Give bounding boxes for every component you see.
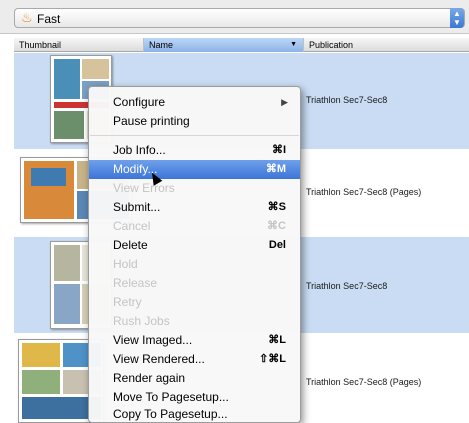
menu-shortcut: ⇧⌘L xyxy=(259,353,286,365)
context-menu: Configure ▶ Pause printing Job Info... ⌘… xyxy=(88,86,301,423)
menu-item-label: Rush Jobs xyxy=(113,314,170,328)
menu-item-label: Move To Pagesetup... xyxy=(113,390,229,404)
menu-shortcut: ⌘L xyxy=(268,334,286,346)
menu-item-view-imaged[interactable]: View Imaged... ⌘L xyxy=(89,331,300,350)
column-headers: Thumbnail Name ▼ Publication xyxy=(14,38,469,52)
menu-item-view-rendered[interactable]: View Rendered... ⇧⌘L xyxy=(89,350,300,369)
column-header-publication[interactable]: Publication xyxy=(304,38,469,52)
menu-shortcut: ⌘C xyxy=(267,220,286,232)
chevron-updown-icon[interactable]: ▲ ▼ xyxy=(450,8,464,28)
menu-item-label: Retry xyxy=(113,295,142,309)
column-header-name-label: Name xyxy=(149,40,174,50)
menu-item-label: Delete xyxy=(113,238,148,252)
menu-separator xyxy=(90,135,299,136)
flame-icon: ♨ xyxy=(21,10,33,25)
menu-item-label: View Errors xyxy=(113,181,175,195)
menu-item-retry[interactable]: Retry xyxy=(89,293,300,312)
menu-shortcut: ⌘I xyxy=(271,144,286,156)
menu-item-delete[interactable]: Delete Del xyxy=(89,236,300,255)
queue-selector[interactable]: ♨ Fast ▲ ▼ xyxy=(14,8,465,28)
menu-item-label: Release xyxy=(113,276,158,290)
menu-item-label: Submit... xyxy=(113,200,161,214)
menu-item-copy-to-pagesetup[interactable]: Copy To Pagesetup... xyxy=(89,405,300,423)
publication-cell: Triathlon Sec7-Sec8 xyxy=(306,95,388,105)
menu-item-label: Copy To Pagesetup... xyxy=(113,407,228,421)
menu-item-label: Hold xyxy=(113,257,138,271)
menu-item-pause-printing[interactable]: Pause printing xyxy=(89,112,300,131)
menu-shortcut: Del xyxy=(268,239,286,251)
menu-shortcut: ⌘S xyxy=(267,201,286,213)
menu-item-view-errors[interactable]: View Errors xyxy=(89,179,300,198)
menu-item-cancel[interactable]: Cancel ⌘C xyxy=(89,217,300,236)
queue-selector-value: Fast xyxy=(37,12,61,26)
toolbar: ♨ Fast ▲ ▼ xyxy=(0,0,469,34)
publication-cell: Triathlon Sec7-Sec8 (Pages) xyxy=(306,187,422,197)
menu-item-label: View Imaged... xyxy=(113,333,193,347)
column-header-thumbnail[interactable]: Thumbnail xyxy=(14,38,144,52)
menu-item-job-info[interactable]: Job Info... ⌘I xyxy=(89,141,300,160)
menu-item-render-again[interactable]: Render again xyxy=(89,369,300,388)
menu-item-label: View Rendered... xyxy=(113,352,205,366)
menu-item-modify[interactable]: Modify... ⌘M xyxy=(89,160,300,179)
menu-item-label: Cancel xyxy=(113,219,151,233)
menu-item-label: Configure xyxy=(113,95,166,109)
menu-item-label: Pause printing xyxy=(113,114,190,128)
menu-item-hold[interactable]: Hold xyxy=(89,255,300,274)
menu-item-release[interactable]: Release xyxy=(89,274,300,293)
submenu-arrow-icon: ▶ xyxy=(281,97,288,107)
menu-shortcut: ⌘M xyxy=(265,163,286,175)
publication-cell: Triathlon Sec7-Sec8 (Pages) xyxy=(306,377,422,387)
sort-descending-icon: ▼ xyxy=(290,41,297,48)
menu-item-label: Job Info... xyxy=(113,143,166,157)
menu-item-submit[interactable]: Submit... ⌘S xyxy=(89,198,300,217)
menu-item-rush-jobs[interactable]: Rush Jobs xyxy=(89,312,300,331)
menu-item-label: Render again xyxy=(113,371,186,385)
publication-cell: Triathlon Sec7-Sec8 xyxy=(306,281,388,291)
column-header-name[interactable]: Name ▼ xyxy=(144,38,304,52)
menu-item-configure[interactable]: Configure ▶ xyxy=(89,93,300,112)
